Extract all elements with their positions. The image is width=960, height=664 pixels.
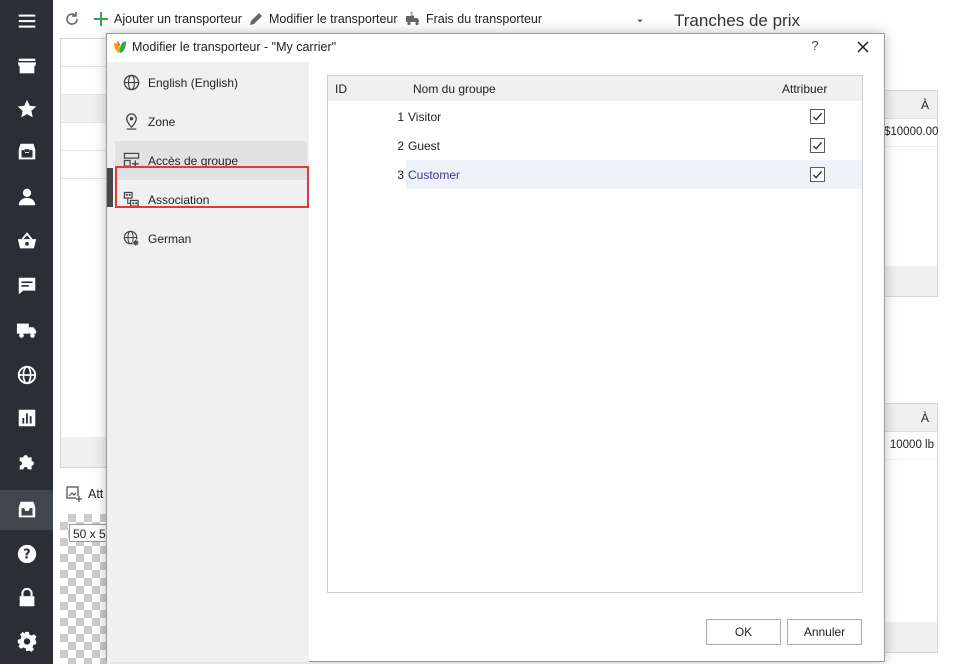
price-ranges-title: Tranches de prix — [674, 11, 800, 30]
sidebar-item-german[interactable]: German — [115, 219, 307, 258]
ok-button[interactable]: OK — [706, 619, 781, 645]
attach-label: Att — [88, 487, 104, 501]
image-add-icon — [66, 486, 82, 502]
edit-carrier-label: Modifier le transporteur — [269, 12, 398, 26]
weight-to-header: À — [884, 404, 937, 432]
add-carrier-label: Ajouter un transporteur — [114, 12, 242, 26]
dialog-title: Modifier le transporteur - "My carrier" — [132, 40, 337, 54]
price-to-header: À — [884, 91, 937, 119]
carrier-fees-label: Frais du transporteur — [426, 12, 543, 26]
sidebar-item-zone[interactable]: Zone — [115, 102, 307, 141]
group-add-icon — [123, 152, 140, 168]
row-group-name: Customer — [408, 168, 461, 182]
edit-carrier-button[interactable]: Modifier le transporteur — [248, 9, 398, 29]
dialog-sidebar: English (English) Zone Accès de groupe A… — [107, 62, 309, 662]
left-navigation: ? — [0, 0, 53, 664]
row-group-name: Visitor — [408, 110, 442, 124]
help-button[interactable]: ? — [807, 38, 823, 56]
menu-icon[interactable] — [0, 1, 53, 41]
cancel-button[interactable]: Annuler — [787, 619, 862, 645]
dialog-titlebar: Modifier le transporteur - "My carrier" … — [107, 34, 884, 62]
table-row[interactable]: 1 Visitor — [328, 102, 862, 131]
weight-range-table: À 10000 lb — [883, 403, 938, 653]
chart-icon[interactable] — [0, 398, 53, 438]
help-icon[interactable]: ? — [0, 534, 53, 574]
dropdown-arrow-icon[interactable] — [636, 11, 649, 31]
row-id: 1 — [397, 110, 404, 124]
edit-carrier-dialog: Modifier le transporteur - "My carrier" … — [106, 33, 885, 662]
globe-icon[interactable] — [0, 355, 53, 395]
basket-icon[interactable] — [0, 221, 53, 261]
group-access-grid: ID Nom du groupe Attribuer 1 Visitor 2 G… — [327, 75, 863, 593]
association-icon — [123, 191, 139, 207]
sidebar-item-group-access[interactable]: Accès de groupe — [115, 141, 307, 180]
truck-icon[interactable] — [0, 310, 53, 350]
svg-text:?: ? — [23, 548, 30, 563]
gear-icon[interactable] — [0, 621, 53, 661]
svg-text:$: $ — [410, 11, 414, 18]
puzzle-icon[interactable] — [0, 442, 53, 482]
price-to-value[interactable]: $10000.00 — [884, 119, 938, 147]
globe-settings-icon — [123, 230, 140, 247]
lock-icon[interactable] — [0, 578, 53, 618]
price-range-table: À $10000.00 — [883, 90, 938, 297]
sidebar-item-english[interactable]: English (English) — [115, 63, 307, 102]
location-pin-icon — [126, 113, 137, 130]
close-icon[interactable] — [853, 37, 873, 57]
sidebar-item-label: Accès de groupe — [148, 153, 239, 168]
row-id: 3 — [397, 168, 404, 182]
plus-icon — [94, 12, 108, 26]
table-row-selected[interactable]: 3 Customer — [328, 160, 862, 189]
sidebar-item-label: German — [148, 231, 192, 246]
table-row[interactable]: 2 Guest — [328, 131, 862, 160]
toolbar: Ajouter un transporteur Modifier le tran… — [53, 0, 960, 36]
row-id: 2 — [397, 139, 404, 153]
carrier-fees-button[interactable]: $ Frais du transporteur — [405, 9, 542, 29]
app-logo-icon — [114, 41, 126, 53]
active-marker — [107, 168, 113, 207]
checkmark-icon — [812, 112, 823, 121]
inbox-icon[interactable] — [0, 132, 53, 172]
sidebar-item-label: English (English) — [148, 75, 239, 90]
pencil-icon — [250, 13, 262, 25]
add-carrier-button[interactable]: Ajouter un transporteur — [93, 9, 242, 29]
user-icon[interactable] — [0, 177, 53, 217]
refresh-icon — [66, 12, 78, 25]
assign-checkbox[interactable] — [810, 109, 825, 124]
store-icon[interactable] — [0, 46, 53, 86]
sidebar-item-label: Zone — [148, 114, 176, 129]
sidebar-item-association[interactable]: Association — [115, 180, 307, 219]
sidebar-item-label: Association — [148, 192, 210, 207]
attach-image-button[interactable]: Att — [66, 486, 103, 502]
column-header-id[interactable]: ID — [335, 82, 347, 96]
column-header-group-name[interactable]: Nom du groupe — [413, 82, 496, 96]
row-group-name: Guest — [408, 139, 441, 153]
assign-checkbox[interactable] — [810, 167, 825, 182]
globe-icon — [123, 74, 140, 91]
truck-fees-icon: $ — [406, 11, 419, 26]
image-size-label: 50 x 5 — [69, 524, 107, 542]
checkmark-icon — [812, 170, 823, 179]
carrier-list-panel — [60, 38, 107, 468]
message-icon[interactable] — [0, 266, 53, 306]
assign-checkbox[interactable] — [810, 138, 825, 153]
weight-to-value[interactable]: 10000 lb — [884, 432, 937, 460]
archive-icon[interactable] — [0, 490, 53, 530]
refresh-button[interactable] — [64, 9, 85, 29]
checkmark-icon — [812, 141, 823, 150]
star-icon[interactable] — [0, 89, 53, 129]
grid-header: ID Nom du groupe Attribuer — [328, 76, 862, 101]
column-header-assign[interactable]: Attribuer — [782, 82, 827, 96]
